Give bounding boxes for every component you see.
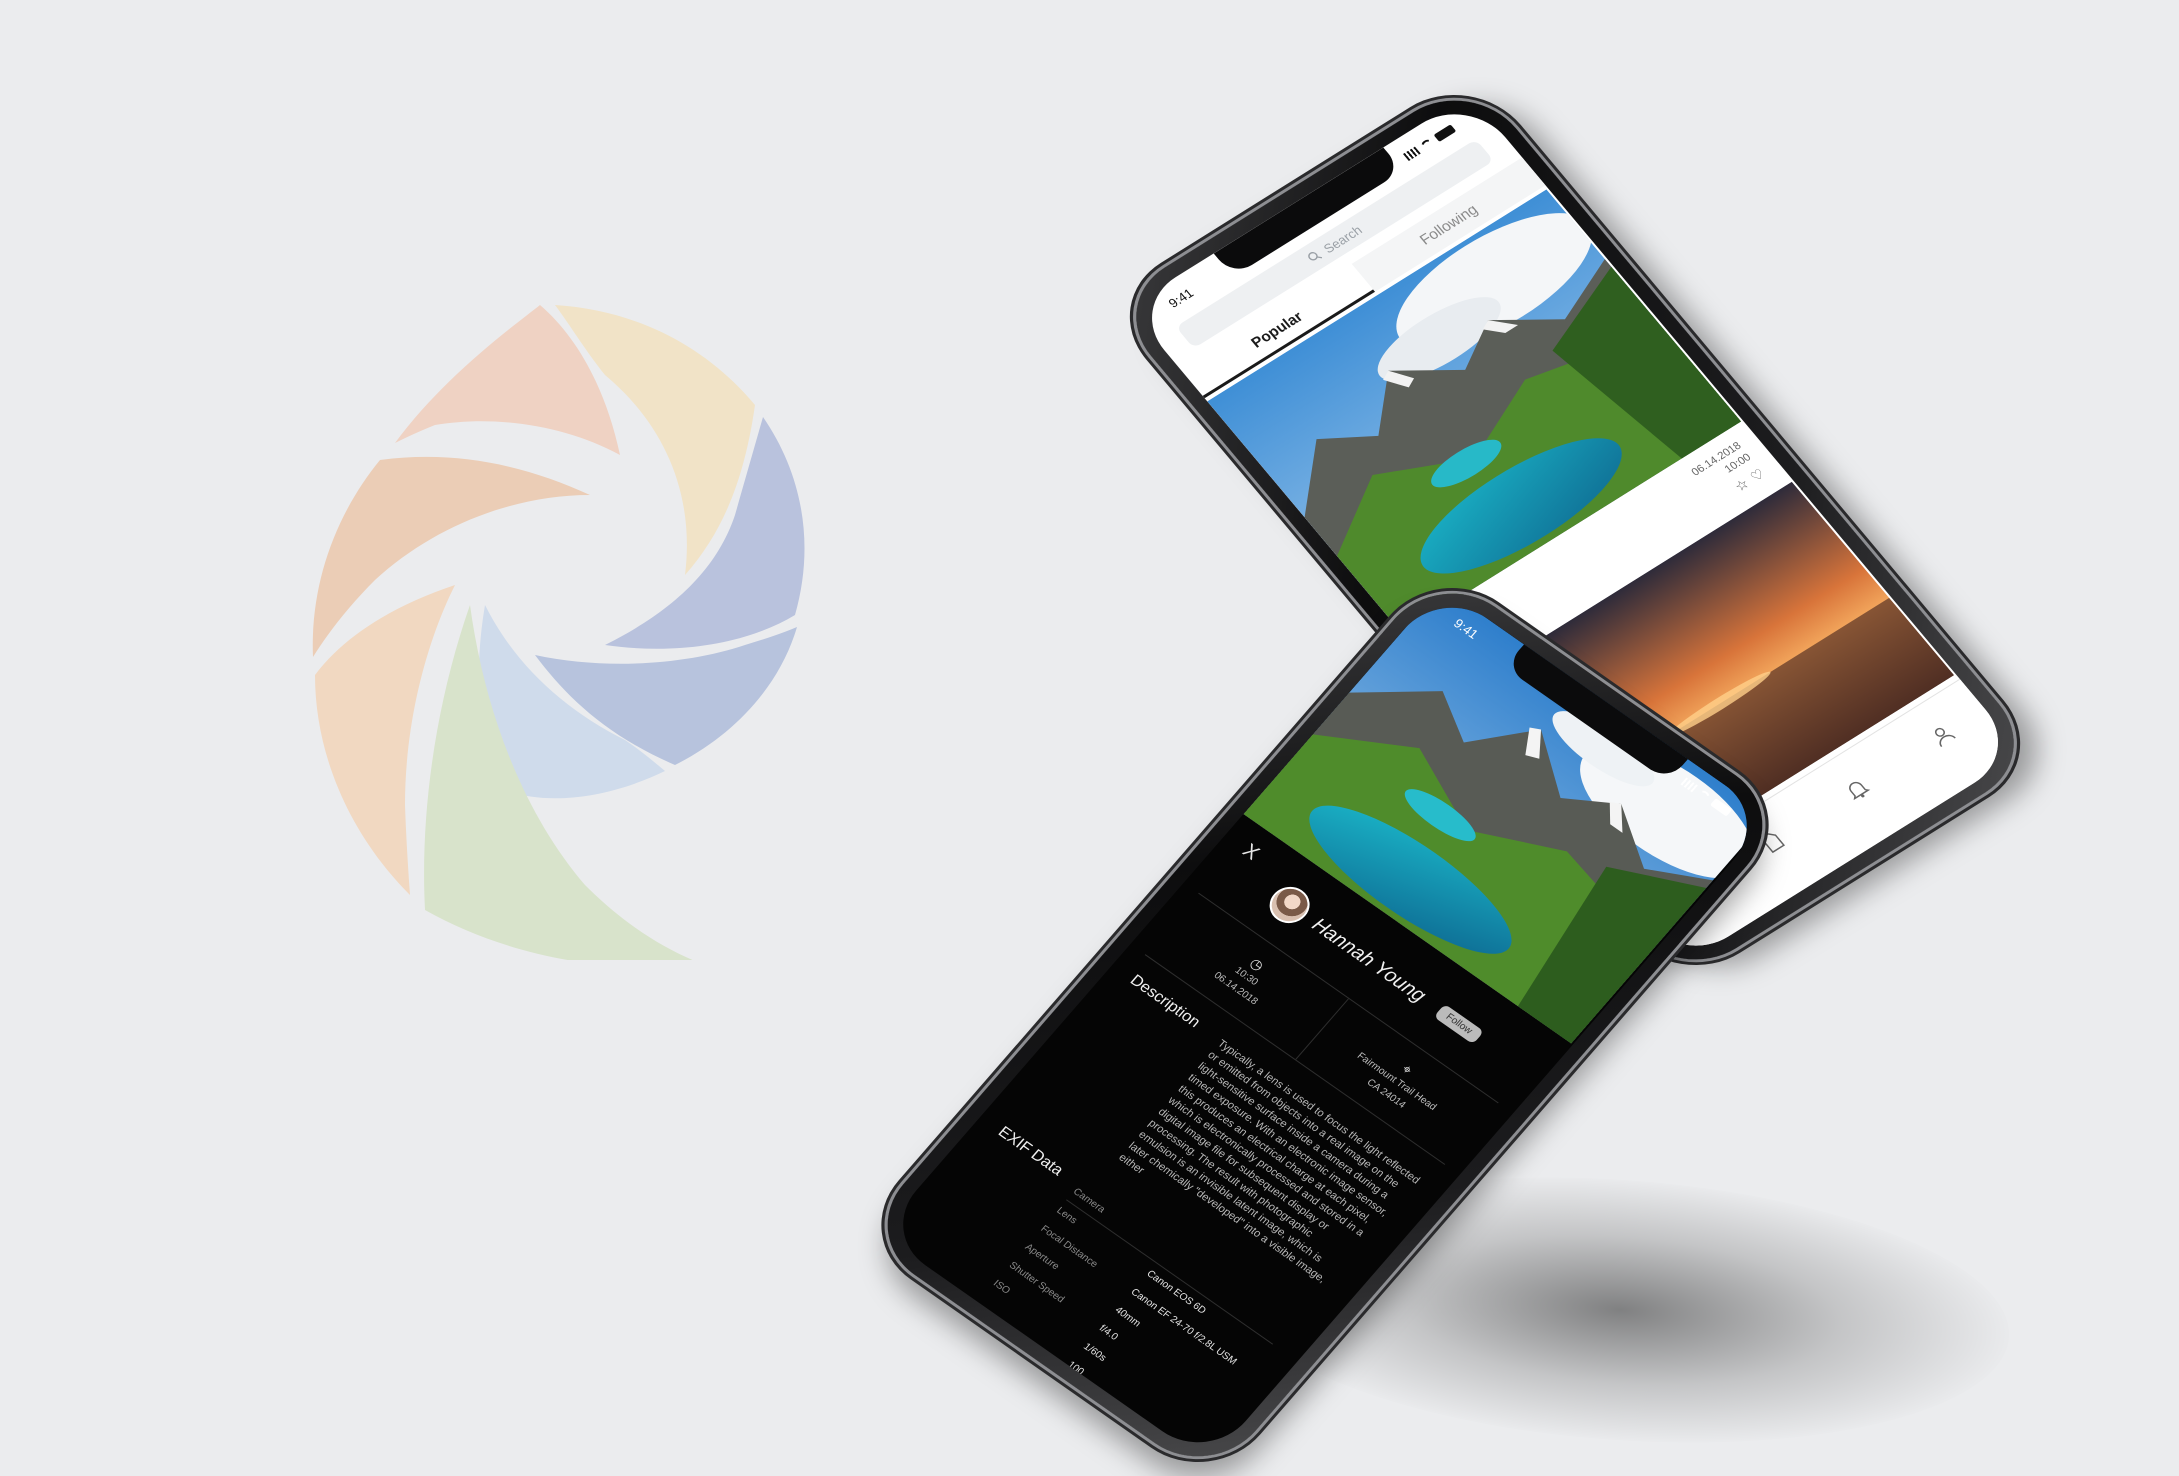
search-icon (1308, 251, 1323, 261)
avatar[interactable] (1261, 879, 1318, 931)
signal-icon (1402, 146, 1421, 161)
battery-icon (1710, 797, 1733, 817)
star-icon[interactable]: ☆ (1731, 475, 1753, 495)
clock-icon: ◷ (1247, 954, 1268, 974)
exif-heading: EXIF Data (994, 1123, 1067, 1180)
signal-icon (1680, 777, 1699, 793)
bell-icon[interactable] (1833, 768, 1881, 810)
mockup-stage: 9:41 Search Popular Following 06.14.2018… (0, 0, 2179, 1476)
heart-icon[interactable]: ♡ (1747, 466, 1769, 486)
search-placeholder: Search (1320, 222, 1365, 256)
location-pin-icon: ⌖ (1399, 1060, 1417, 1078)
wifi-icon (1418, 137, 1435, 151)
battery-icon (1433, 123, 1457, 142)
aperture-blade-7 (312, 456, 590, 657)
user-icon[interactable] (1918, 715, 1966, 757)
aperture-logo-icon (312, 305, 805, 960)
status-time: 9:41 (1164, 285, 1197, 311)
aperture-blade-1 (555, 305, 755, 575)
wifi-icon (1696, 788, 1713, 802)
follow-button[interactable]: Follow (1433, 1003, 1485, 1045)
